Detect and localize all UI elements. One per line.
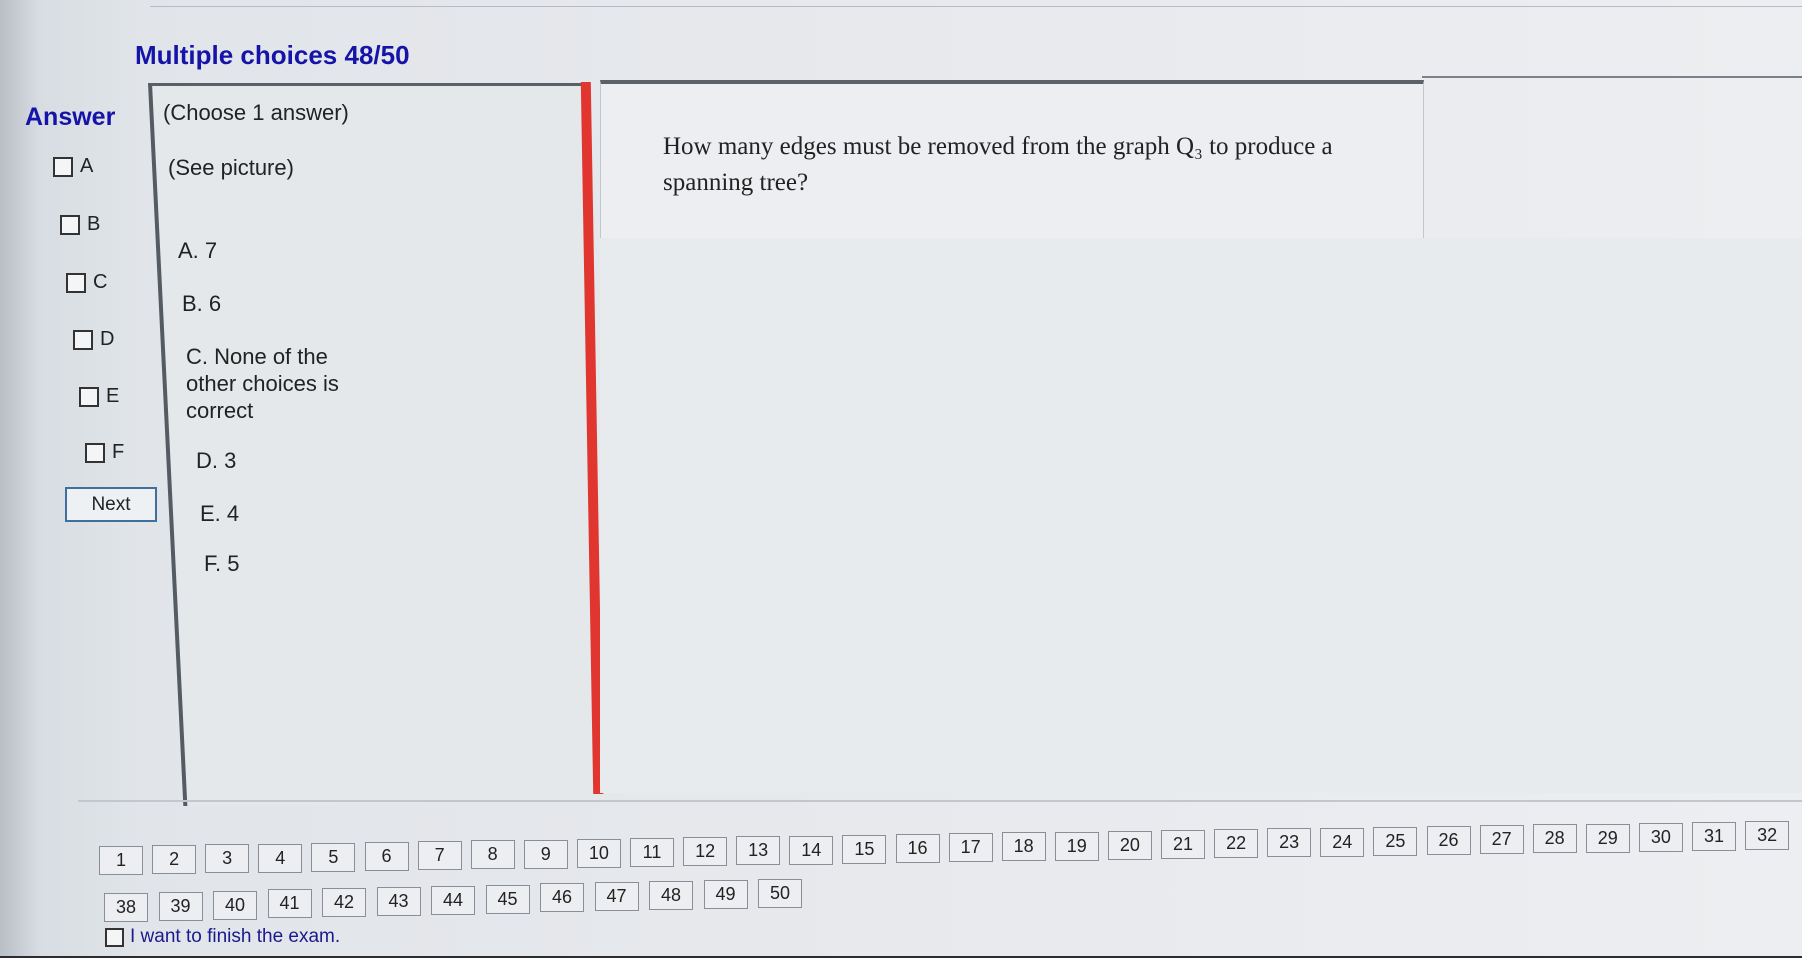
question-nav-button[interactable]: 44 xyxy=(431,885,475,915)
question-nav-button[interactable]: 20 xyxy=(1107,830,1152,860)
question-nav-button[interactable]: 24 xyxy=(1320,827,1365,857)
question-nav-button[interactable]: 50 xyxy=(758,878,802,908)
question-nav-button[interactable]: 17 xyxy=(948,833,993,863)
question-nav-button[interactable]: 26 xyxy=(1426,826,1471,855)
question-nav-button[interactable]: 11 xyxy=(630,838,674,867)
question-nav-button[interactable]: 19 xyxy=(1054,831,1099,861)
question-nav-button[interactable]: 48 xyxy=(649,881,693,910)
question-nav-button[interactable]: 45 xyxy=(485,884,530,914)
question-nav-button[interactable]: 41 xyxy=(267,889,312,919)
finish-exam-label: I want to finish the exam. xyxy=(130,926,341,947)
question-nav-button[interactable]: 7 xyxy=(417,841,462,871)
question-nav-button[interactable]: 22 xyxy=(1214,829,1259,859)
question-nav-button[interactable]: 27 xyxy=(1479,825,1524,855)
question-nav-button[interactable]: 18 xyxy=(1001,832,1046,862)
question-nav-button[interactable]: 21 xyxy=(1161,830,1205,859)
checkbox-icon[interactable] xyxy=(105,927,124,947)
question-nav-button[interactable]: 46 xyxy=(540,883,584,913)
question-nav-button[interactable]: 12 xyxy=(683,837,728,867)
question-nav-button[interactable]: 4 xyxy=(258,843,303,873)
question-nav-button[interactable]: 14 xyxy=(789,835,834,865)
question-nav-button[interactable]: 25 xyxy=(1373,826,1418,856)
question-nav-button[interactable]: 49 xyxy=(703,879,748,909)
question-nav-button[interactable]: 10 xyxy=(576,838,621,868)
question-nav-button[interactable]: 23 xyxy=(1267,828,1312,858)
question-nav-button[interactable]: 28 xyxy=(1532,824,1577,854)
question-nav-button[interactable]: 42 xyxy=(322,888,366,918)
question-nav-button[interactable]: 13 xyxy=(736,836,781,866)
question-nav-button[interactable]: 38 xyxy=(104,893,148,922)
question-nav-button[interactable]: 43 xyxy=(376,887,421,916)
question-nav-button[interactable]: 2 xyxy=(152,845,197,875)
question-nav-button[interactable]: 15 xyxy=(842,834,887,864)
question-navigator: 1 2 3 4 5 6 7 8 9 10 11 12 13 14 15 16 17 18 19 20 21 22 23 24 2… xyxy=(0,0,1802,956)
exam-screen: Multiple choices 48/50 Answer A B C D E … xyxy=(0,0,1802,956)
question-nav-button[interactable]: 9 xyxy=(523,839,568,869)
finish-exam-option[interactable]: I want to finish the exam. xyxy=(105,926,340,948)
question-nav-button[interactable]: 3 xyxy=(205,844,250,874)
question-nav-button[interactable]: 8 xyxy=(470,840,515,870)
question-nav-button[interactable]: 31 xyxy=(1692,822,1736,851)
question-nav-button[interactable]: 39 xyxy=(158,891,203,921)
question-nav-button[interactable]: 32 xyxy=(1745,821,1790,851)
question-nav-button[interactable]: 30 xyxy=(1638,822,1683,852)
question-nav-button[interactable]: 5 xyxy=(311,842,356,872)
question-nav-button[interactable]: 6 xyxy=(364,842,409,871)
question-nav-button[interactable]: 40 xyxy=(213,890,257,920)
question-nav-button[interactable]: 29 xyxy=(1585,823,1630,853)
question-nav-button[interactable]: 16 xyxy=(895,834,940,863)
question-nav-button[interactable]: 1 xyxy=(99,846,143,875)
question-nav-button[interactable]: 47 xyxy=(594,882,639,912)
